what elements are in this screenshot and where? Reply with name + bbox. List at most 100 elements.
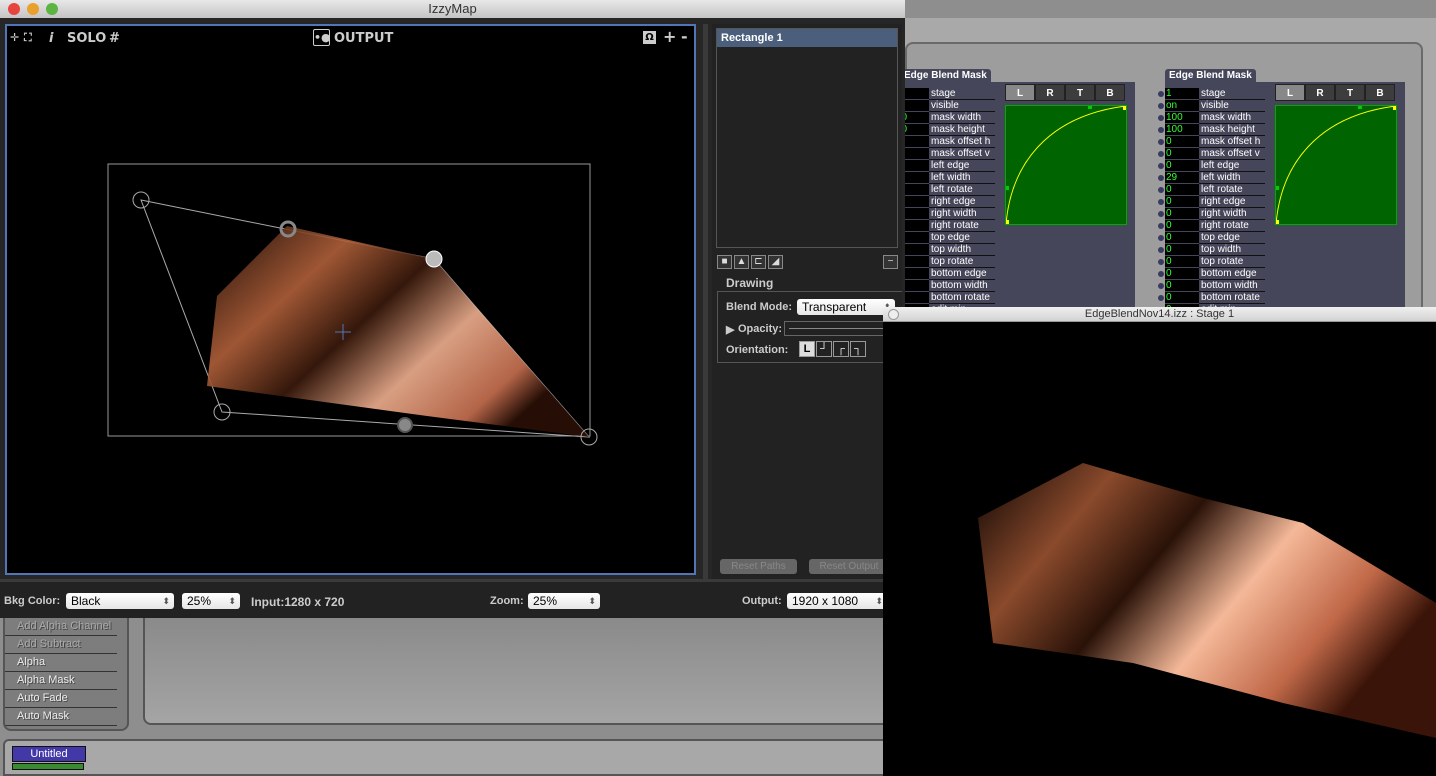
window-title: IzzyMap (0, 0, 905, 18)
zoom-select[interactable]: 25% (528, 593, 600, 609)
remove-surface-button[interactable]: − (883, 255, 898, 269)
input-value[interactable]: 0 (1165, 208, 1199, 219)
tab-l[interactable]: L (1005, 84, 1035, 101)
edge-blend-mask-actor-1[interactable]: Edge Blend Mask stagenvisible00mask widt… (888, 69, 1165, 316)
opacity-label: Opacity: (738, 323, 783, 335)
orientation-flip-h-button[interactable]: ┘ (816, 341, 832, 357)
input-value[interactable]: 0 (1165, 220, 1199, 231)
close-button[interactable] (888, 309, 899, 320)
splitter[interactable] (703, 24, 708, 579)
reset-paths-button[interactable]: Reset Paths (720, 559, 797, 574)
input-value[interactable]: 0 (1165, 136, 1199, 147)
mapping-surface[interactable] (7, 26, 698, 577)
bkg-color-select[interactable]: Black (66, 593, 174, 609)
add-freeform-button[interactable]: ◢ (768, 255, 783, 269)
actor-item[interactable]: Auto Mask (5, 708, 117, 726)
input-port-icon[interactable] (1158, 223, 1164, 229)
actor-item[interactable]: Auto Fade (5, 690, 117, 708)
scene-untitled[interactable]: Untitled (12, 746, 86, 762)
input-port-icon[interactable] (1158, 259, 1164, 265)
input-label: mask height (929, 124, 995, 136)
scene-list: Untitled (3, 739, 903, 776)
blend-curve[interactable] (1004, 105, 1128, 225)
stage-window: EdgeBlendNov14.izz : Stage 1 (883, 307, 1436, 776)
actor-item[interactable]: Add Alpha Channel (5, 618, 117, 636)
actor-body: stagenvisible00mask width00mask heightma… (888, 82, 1135, 316)
orientation-flip-v-button[interactable]: ┌ (833, 341, 849, 357)
input-value[interactable]: 0 (1165, 244, 1199, 255)
input-port-icon[interactable] (1158, 151, 1164, 157)
input-value[interactable]: 29 (1165, 172, 1199, 183)
add-rectangle-button[interactable]: ■ (717, 255, 732, 269)
input-port-icon[interactable] (1158, 283, 1164, 289)
input-label: right edge (1199, 196, 1265, 208)
input-value[interactable]: 100 (1165, 124, 1199, 135)
input-port-icon[interactable] (1158, 139, 1164, 145)
reset-output-button[interactable]: Reset Output (809, 559, 889, 574)
tab-t[interactable]: T (1335, 84, 1365, 101)
input-value[interactable]: 0 (1165, 268, 1199, 279)
input-value[interactable]: on (1165, 100, 1199, 111)
input-port-icon[interactable] (1158, 199, 1164, 205)
blend-curve[interactable] (1274, 105, 1398, 225)
surface-item-rectangle-1[interactable]: Rectangle 1 (717, 29, 897, 47)
input-value[interactable]: 0 (1165, 256, 1199, 267)
blend-curve-editor[interactable] (1004, 105, 1128, 225)
tab-r[interactable]: R (1305, 84, 1335, 101)
tab-r[interactable]: R (1035, 84, 1065, 101)
scene-editor[interactable] (143, 618, 903, 725)
input-port-icon[interactable] (1158, 175, 1164, 181)
tab-b[interactable]: B (1365, 84, 1395, 101)
orientation-l-button[interactable]: L (799, 341, 815, 357)
tab-b[interactable]: B (1095, 84, 1125, 101)
input-port-icon[interactable] (1158, 235, 1164, 241)
input-port-icon[interactable] (1158, 295, 1164, 301)
actor-list[interactable]: Add Alpha Channel Add Subtract Alpha Alpha … (3, 618, 129, 731)
input-port-icon[interactable] (1158, 211, 1164, 217)
input-label: mask width (1199, 112, 1265, 124)
actor-item[interactable]: Alpha Mask (5, 672, 117, 690)
actor-item[interactable]: B&W (5, 726, 117, 729)
actor-item[interactable]: Alpha (5, 654, 117, 672)
tab-l[interactable]: L (1275, 84, 1305, 101)
blend-curve-editor[interactable] (1274, 105, 1398, 225)
input-value[interactable]: 0 (1165, 148, 1199, 159)
opacity-disclosure-icon[interactable]: ▶ (726, 323, 734, 336)
actor-item[interactable]: Add Subtract (5, 636, 117, 654)
input-port-icon[interactable] (1158, 91, 1164, 97)
input-value[interactable]: 0 (1165, 232, 1199, 243)
input-value[interactable]: 0 (1165, 184, 1199, 195)
minimize-button[interactable] (27, 3, 39, 15)
input-row: 0 top rotate (1158, 256, 1310, 268)
input-port-icon[interactable] (1158, 187, 1164, 193)
input-port-icon[interactable] (1158, 247, 1164, 253)
input-zoom-select[interactable]: 25% (182, 593, 240, 609)
input-label: mask offset h (929, 136, 995, 148)
tab-t[interactable]: T (1065, 84, 1095, 101)
opacity-slider[interactable] (784, 321, 894, 336)
zoom-button[interactable] (46, 3, 58, 15)
input-value[interactable]: 1 (1165, 88, 1199, 99)
input-port-icon[interactable] (1158, 103, 1164, 109)
close-button[interactable] (8, 3, 20, 15)
input-value[interactable]: 0 (1165, 196, 1199, 207)
edge-blend-mask-actor-2[interactable]: Edge Blend Mask 1 stage on visible 100 mask w… (1158, 69, 1435, 316)
output-resolution-select[interactable]: 1920 x 1080 (787, 593, 887, 609)
add-triangle-button[interactable]: ▲ (734, 255, 749, 269)
surface-list[interactable]: Rectangle 1 (716, 28, 898, 248)
input-port-icon[interactable] (1158, 115, 1164, 121)
input-label: bottom edge (1199, 268, 1265, 280)
mapping-canvas[interactable]: ✛ ⛶ i SOLO # •● OUTPUT Ω + - (5, 24, 696, 575)
input-label: top edge (1199, 232, 1265, 244)
blend-mode-select[interactable]: Transparent (797, 299, 895, 315)
orientation-rotate-button[interactable]: ┐ (850, 341, 866, 357)
input-value[interactable]: 0 (1165, 292, 1199, 303)
input-port-icon[interactable] (1158, 127, 1164, 133)
add-circle-button[interactable]: ⊏ (751, 255, 766, 269)
input-port-icon[interactable] (1158, 163, 1164, 169)
input-value[interactable]: 0 (1165, 160, 1199, 171)
input-port-icon[interactable] (1158, 271, 1164, 277)
input-value[interactable]: 0 (1165, 280, 1199, 291)
input-value[interactable]: 100 (1165, 112, 1199, 123)
edge-tabs: LRTB (1275, 84, 1395, 101)
